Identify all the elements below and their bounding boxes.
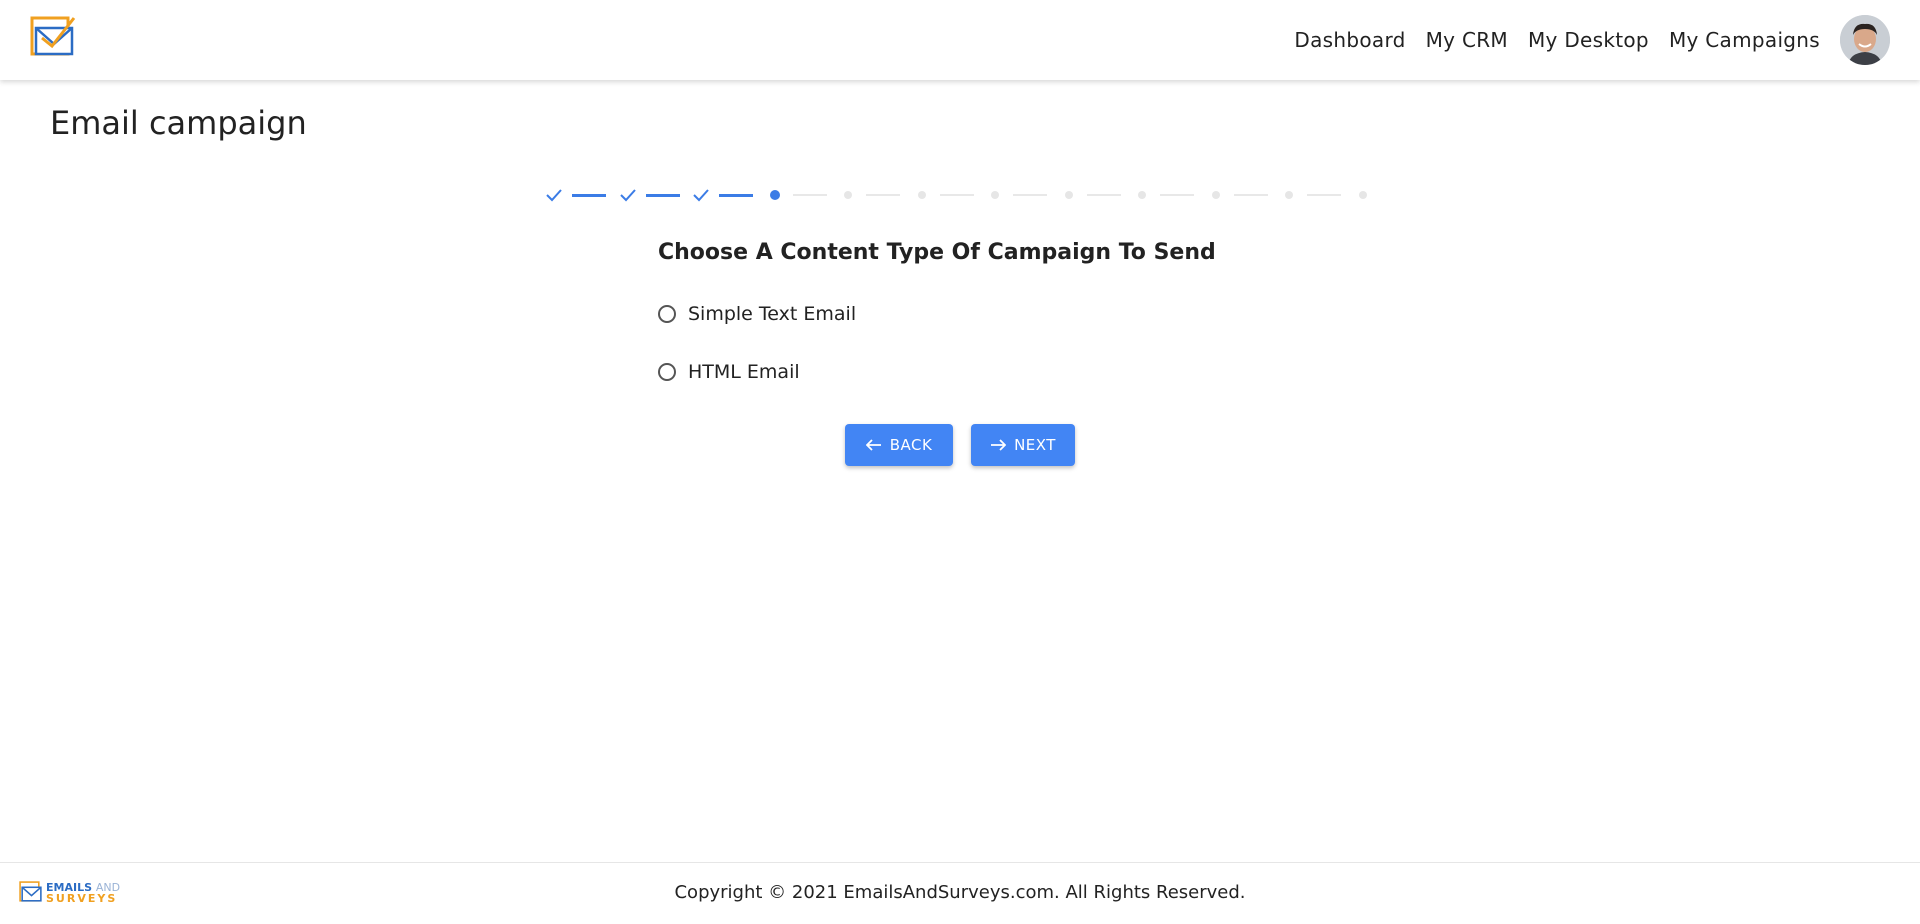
radio-html-email[interactable] <box>658 363 676 381</box>
step-12-pending <box>1353 186 1373 204</box>
step-8-pending <box>1059 186 1079 204</box>
step-connector <box>1013 194 1047 196</box>
pending-step-dot <box>1064 191 1073 199</box>
nav-my-campaigns[interactable]: My Campaigns <box>1669 28 1820 52</box>
step-connector <box>1233 194 1268 196</box>
nav-dashboard[interactable]: Dashboard <box>1294 28 1405 52</box>
check-icon <box>546 189 562 202</box>
page-footer: EMAILS AND SURVEYS Copyright © 2021 Emai… <box>0 862 1920 924</box>
pending-step-dot <box>917 191 926 199</box>
current-step-dot <box>769 190 780 200</box>
pending-step-dot <box>991 191 999 199</box>
pending-step-dot <box>844 191 852 199</box>
option-label: Simple Text Email <box>688 303 857 325</box>
step-connector <box>866 194 900 196</box>
main-nav: Dashboard My CRM My Desktop My Campaigns <box>1294 0 1820 80</box>
pending-step-dot <box>1285 191 1293 199</box>
page-title: Email campaign <box>50 104 307 142</box>
step-6-pending <box>912 186 932 204</box>
step-9-pending <box>1132 186 1152 204</box>
nav-my-crm[interactable]: My CRM <box>1426 28 1508 52</box>
content-type-question: Choose A Content Type Of Campaign To Sen… <box>658 240 1216 265</box>
user-avatar[interactable] <box>1840 15 1890 65</box>
pending-step-dot <box>1211 191 1220 199</box>
step-11-pending <box>1279 186 1299 204</box>
copyright-text: Copyright © 2021 EmailsAndSurveys.com. A… <box>674 882 1246 903</box>
step-connector <box>1086 194 1121 196</box>
check-icon <box>619 189 636 202</box>
step-connector <box>939 194 974 196</box>
step-connector <box>792 194 827 196</box>
back-button-label: BACK <box>889 436 933 454</box>
arrow-right-icon <box>991 439 1007 451</box>
step-connector <box>1307 194 1341 196</box>
radio-simple-text-email[interactable] <box>658 305 676 323</box>
pending-step-dot <box>1138 191 1146 199</box>
option-html-email[interactable]: HTML Email <box>658 358 800 386</box>
step-connector <box>1160 194 1194 196</box>
nav-my-desktop[interactable]: My Desktop <box>1528 28 1649 52</box>
check-icon <box>693 189 709 202</box>
step-connector <box>572 194 606 197</box>
step-10-pending <box>1206 186 1226 204</box>
step-connector <box>645 194 680 197</box>
step-5-pending <box>838 186 858 204</box>
app-logo[interactable] <box>28 14 78 64</box>
step-2-completed <box>618 186 638 204</box>
top-navbar: Dashboard My CRM My Desktop My Campaigns <box>0 0 1920 80</box>
back-button[interactable]: BACK <box>845 424 953 466</box>
option-label: HTML Email <box>688 361 800 383</box>
step-7-pending <box>985 186 1005 204</box>
option-simple-text-email[interactable]: Simple Text Email <box>658 300 856 328</box>
user-photo-icon <box>1840 15 1890 65</box>
arrow-left-icon <box>865 439 881 451</box>
step-connector <box>719 194 753 197</box>
next-button-label: NEXT <box>1014 436 1056 454</box>
envelope-logo-icon <box>30 16 76 56</box>
step-4-current <box>765 186 785 204</box>
step-1-completed <box>544 186 564 204</box>
next-button[interactable]: NEXT <box>971 424 1075 466</box>
step-3-completed <box>691 186 711 204</box>
pending-step-dot <box>1358 191 1367 199</box>
